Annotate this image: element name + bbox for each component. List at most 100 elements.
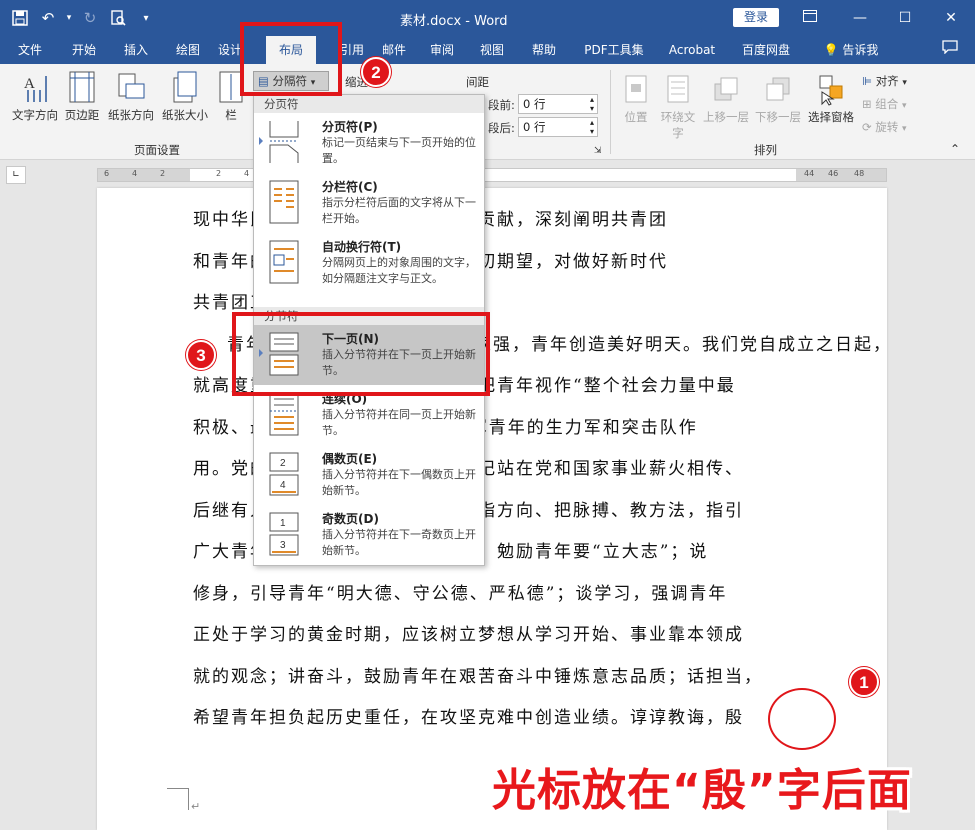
undo-icon[interactable]: ↶ xyxy=(36,6,60,30)
text-wrapping-break-desc: 分隔网页上的对象周围的文字，如分隔题注文字与正文。 xyxy=(322,256,476,285)
tab-baidu-netdisk[interactable]: 百度网盘 xyxy=(734,36,798,64)
tab-draw[interactable]: 绘图 xyxy=(166,36,210,64)
tab-view[interactable]: 视图 xyxy=(470,36,514,64)
redo-icon[interactable]: ↻ xyxy=(78,6,102,30)
group-button[interactable]: ⊞ 组合 ▾ xyxy=(862,96,906,112)
svg-text:1: 1 xyxy=(280,518,286,529)
column-break-icon xyxy=(269,180,299,224)
margins-label: 页边距 xyxy=(64,108,100,122)
ribbon-display-icon[interactable] xyxy=(800,8,820,28)
tab-acrobat[interactable]: Acrobat xyxy=(660,36,724,64)
tab-insert[interactable]: 插入 xyxy=(114,36,158,64)
tab-review[interactable]: 审阅 xyxy=(420,36,464,64)
tab-tell-me[interactable]: 💡 告诉我 xyxy=(816,36,886,64)
lightbulb-icon: 💡 xyxy=(823,43,839,57)
spacing-after-input[interactable]: 0 行 ▴ ▾ xyxy=(518,117,598,137)
spacing-after-label: 段后: xyxy=(488,121,515,135)
column-break-item[interactable]: 分栏符(C) 指示分栏符后面的文字将从下一栏开始。 xyxy=(254,173,484,233)
save-icon[interactable] xyxy=(8,6,32,30)
ribbon-separator xyxy=(610,70,611,154)
annotation-highlight-box xyxy=(232,312,490,396)
customize-icon[interactable]: ▾ xyxy=(134,6,158,30)
column-break-desc: 指示分栏符后面的文字将从下一栏开始。 xyxy=(322,196,476,225)
collapse-ribbon-icon[interactable]: ⌃ xyxy=(950,142,960,156)
ruler-number: 4 xyxy=(132,169,138,178)
position-label: 位置 xyxy=(624,110,648,124)
comments-icon[interactable] xyxy=(936,36,964,64)
tab-pdf-tools[interactable]: PDF工具集 xyxy=(576,36,652,64)
spacing-before-label: 段前: xyxy=(488,98,515,112)
tab-home[interactable]: 开始 xyxy=(62,36,106,64)
page-break-title: 分页符(P) xyxy=(322,120,378,134)
ruler-margin-left xyxy=(98,169,190,181)
orientation-label: 纸张方向 xyxy=(108,108,154,122)
align-button[interactable]: ⊫ 对齐 ▾ xyxy=(862,73,907,89)
even-page-item[interactable]: 24 偶数页(E) 插入分节符并在下一偶数页上开始新节。 xyxy=(254,445,484,505)
send-backward-button[interactable]: 下移一层 xyxy=(752,72,804,125)
rotate-label: 旋转 xyxy=(875,120,899,134)
margins-button[interactable]: 页边距 xyxy=(62,70,102,123)
tab-selector-icon[interactable]: ∟ xyxy=(6,166,26,184)
ribbon-layout: A 文字方向 页边距 纸张方向 纸张大小 栏 页面设置 ▤ 分隔符 ▾ 缩进 间… xyxy=(0,64,975,160)
ruler-number: 4 xyxy=(244,169,250,178)
annotation-circle xyxy=(768,688,836,750)
text-wrapping-break-item[interactable]: 自动换行符(T) 分隔网页上的对象周围的文字，如分隔题注文字与正文。 xyxy=(254,233,484,293)
login-button[interactable]: 登录 xyxy=(733,8,779,27)
tell-me-label: 告诉我 xyxy=(842,43,879,57)
document-title: 素材.docx - Word xyxy=(400,14,508,29)
text-direction-icon: A xyxy=(24,76,47,102)
wrap-text-label-2: 字 xyxy=(672,126,684,140)
page-break-item[interactable]: 分页符(P) 标记一页结束与下一页开始的位置。 xyxy=(254,113,484,173)
spacing-label: 间距 xyxy=(466,75,489,89)
print-preview-icon[interactable] xyxy=(106,6,130,30)
annotation-badge-3: 3 xyxy=(186,340,216,370)
text-direction-label: 文字方向 xyxy=(12,108,58,122)
close-icon[interactable]: ✕ xyxy=(941,8,961,28)
paper-size-label: 纸张大小 xyxy=(162,108,208,122)
continuous-desc: 插入分节符并在同一页上开始新节。 xyxy=(322,408,476,437)
wrap-text-button[interactable]: 环绕文 字 xyxy=(658,72,698,141)
bring-forward-icon xyxy=(714,77,738,101)
spinner-icon[interactable]: ▴ ▾ xyxy=(590,118,594,136)
odd-page-section-break-icon: 13 xyxy=(269,512,299,556)
chevron-down-icon: ▾ xyxy=(901,124,907,134)
odd-page-item[interactable]: 13 奇数页(D) 插入分节符并在下一奇数页上开始新节。 xyxy=(254,505,484,565)
svg-text:4: 4 xyxy=(280,480,286,491)
annotation-caption: 光标放在“殷”字后面 xyxy=(492,765,912,816)
paragraph-mark-icon: ↵ xyxy=(191,800,201,813)
continuous-section-break-icon xyxy=(269,392,299,436)
position-button[interactable]: 位置 xyxy=(618,72,654,125)
spinner-icon[interactable]: ▴ ▾ xyxy=(590,95,594,113)
annotation-highlight-box xyxy=(240,22,342,96)
minimize-icon[interactable]: — xyxy=(850,8,870,28)
selection-pane-label: 选择窗格 xyxy=(808,110,854,124)
tab-help[interactable]: 帮助 xyxy=(522,36,566,64)
horizontal-ruler[interactable]: 6 4 2 2 4 44 46 48 xyxy=(97,168,887,182)
orientation-button[interactable]: 纸张方向 xyxy=(104,70,158,123)
selection-pane-button[interactable]: 选择窗格 xyxy=(804,72,858,125)
page-breaks-header: 分页符 xyxy=(254,95,484,113)
text-wrapping-break-icon xyxy=(269,240,299,284)
paragraph-dialog-launcher-icon[interactable]: ⇲ xyxy=(594,146,602,156)
title-bar: ↶ ▾ ↻ ▾ 素材.docx - Word 登录 — ☐ ✕ xyxy=(0,0,975,36)
position-icon xyxy=(625,75,647,103)
text-wrapping-break-title: 自动换行符(T) xyxy=(322,240,402,254)
even-page-desc: 插入分节符并在下一偶数页上开始新节。 xyxy=(322,468,476,497)
maximize-icon[interactable]: ☐ xyxy=(895,8,915,28)
ruler-number: 2 xyxy=(216,169,222,178)
text-direction-button[interactable]: A 文字方向 xyxy=(8,70,62,123)
paper-size-button[interactable]: 纸张大小 xyxy=(158,70,212,123)
dropdown-arrow-icon[interactable]: ▾ xyxy=(64,6,74,30)
selection-pane-icon xyxy=(819,75,843,106)
margins-icon xyxy=(69,71,95,103)
svg-text:A: A xyxy=(24,76,35,92)
wrap-text-label-1: 环绕文 xyxy=(660,110,696,124)
rotate-button[interactable]: ⟳ 旋转 ▾ xyxy=(862,119,906,135)
document-page[interactable]: 现中华民族伟大复兴中作出的重要贡献，深刻阐明共青团 和青年的历史使命，对青年寄予… xyxy=(97,188,890,830)
tab-file[interactable]: 文件 xyxy=(8,36,52,64)
ribbon-tabs: 文件 开始 插入 绘图 设计 布局 引用 邮件 审阅 视图 帮助 PDF工具集 … xyxy=(0,36,975,64)
odd-page-title: 奇数页(D) xyxy=(322,512,379,526)
bring-forward-button[interactable]: 上移一层 xyxy=(700,72,752,125)
caret-icon xyxy=(259,137,263,145)
spacing-before-input[interactable]: 0 行 ▴ ▾ xyxy=(518,94,598,114)
